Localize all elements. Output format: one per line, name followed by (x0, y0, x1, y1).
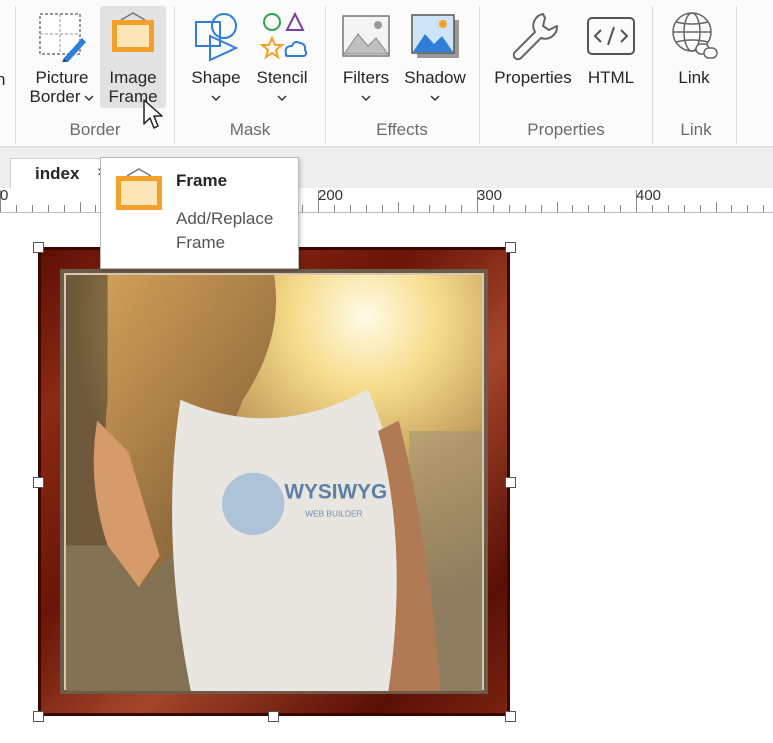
html-code-icon (587, 17, 635, 55)
ruler-label-0: 0 (0, 187, 9, 204)
ribbon-separator (15, 6, 16, 144)
picture-border-label-2: Border (26, 88, 98, 106)
shirt-logo-text: WYSIWYG (284, 481, 387, 504)
frame-mat: WYSIWYG WEB BUILDER (60, 269, 488, 694)
resize-handle-bottom-middle[interactable] (268, 711, 279, 722)
shadow-icon (411, 14, 459, 58)
mouse-cursor-icon (143, 99, 163, 129)
link-button[interactable]: Link (662, 6, 726, 108)
wrench-icon (512, 13, 558, 61)
ribbon-separator (736, 6, 737, 144)
html-button[interactable]: HTML (582, 6, 640, 108)
shape-button[interactable]: Shape (186, 6, 246, 108)
link-label: Link (678, 68, 710, 87)
shirt-logo-subtext: WEB BUILDER (305, 508, 362, 518)
ribbon: n Picture Border Image Frame Shape Stenc… (0, 0, 773, 150)
group-label-mask: Mask (229, 120, 271, 139)
resize-handle-top-left[interactable] (33, 242, 44, 253)
group-label-effects: Effects (376, 120, 428, 139)
image-frame-label: Image (109, 68, 157, 87)
chevron-down-icon (83, 94, 94, 101)
properties-label: Properties (494, 68, 572, 87)
stencil-icon (259, 11, 308, 60)
shape-icon (195, 13, 239, 62)
image-frame-icon (116, 168, 162, 210)
group-label-border: Border (69, 120, 121, 139)
ribbon-separator (174, 6, 175, 144)
filters-label: Filters (342, 68, 390, 87)
html-label: HTML (587, 68, 635, 87)
ruler-label-300: 300 (477, 187, 503, 204)
framed-image[interactable]: WYSIWYG WEB BUILDER (38, 247, 510, 716)
resize-handle-bottom-left[interactable] (33, 711, 44, 722)
image-frame-tooltip: Frame Add/Replace Frame (100, 157, 299, 269)
resize-handle-middle-left[interactable] (33, 477, 44, 488)
shape-label: Shape (191, 68, 241, 87)
cut-off-label: n (0, 70, 6, 89)
resize-handle-middle-right[interactable] (505, 477, 516, 488)
photo-woman-tshirt: WYSIWYG WEB BUILDER (66, 275, 482, 691)
group-label-properties: Properties (527, 120, 605, 139)
image-frame-button[interactable]: Image Frame (100, 6, 166, 108)
tab-index[interactable]: index × (10, 158, 112, 189)
stencil-label: Stencil (256, 68, 308, 87)
picture-border-label: Picture (35, 68, 89, 87)
tooltip-title: Frame (176, 171, 228, 190)
chevron-down-icon (211, 95, 221, 102)
image-frame-icon (112, 12, 154, 52)
chevron-down-icon (361, 95, 371, 102)
group-label-link: Link (680, 120, 712, 139)
picture-border-button[interactable]: Picture Border (26, 6, 98, 108)
properties-button[interactable]: Properties (486, 6, 580, 108)
tab-label: index (35, 164, 80, 183)
picture-border-icon (39, 13, 86, 62)
chevron-down-icon (430, 95, 440, 102)
globe-link-icon (672, 12, 718, 59)
ruler-label-200: 200 (318, 187, 344, 204)
stencil-button[interactable]: Stencil (252, 6, 312, 108)
shadow-button[interactable]: Shadow (400, 6, 470, 108)
ribbon-separator (479, 6, 480, 144)
resize-handle-bottom-right[interactable] (505, 711, 516, 722)
shadow-label: Shadow (404, 68, 466, 87)
ribbon-separator (652, 6, 653, 144)
tooltip-description: Add/Replace Frame (176, 209, 274, 252)
ruler-label-400: 400 (636, 187, 662, 204)
filters-button[interactable]: Filters (336, 6, 396, 108)
filters-icon (342, 15, 390, 57)
resize-handle-top-right[interactable] (505, 242, 516, 253)
ribbon-separator (325, 6, 326, 144)
chevron-down-icon (277, 95, 287, 102)
